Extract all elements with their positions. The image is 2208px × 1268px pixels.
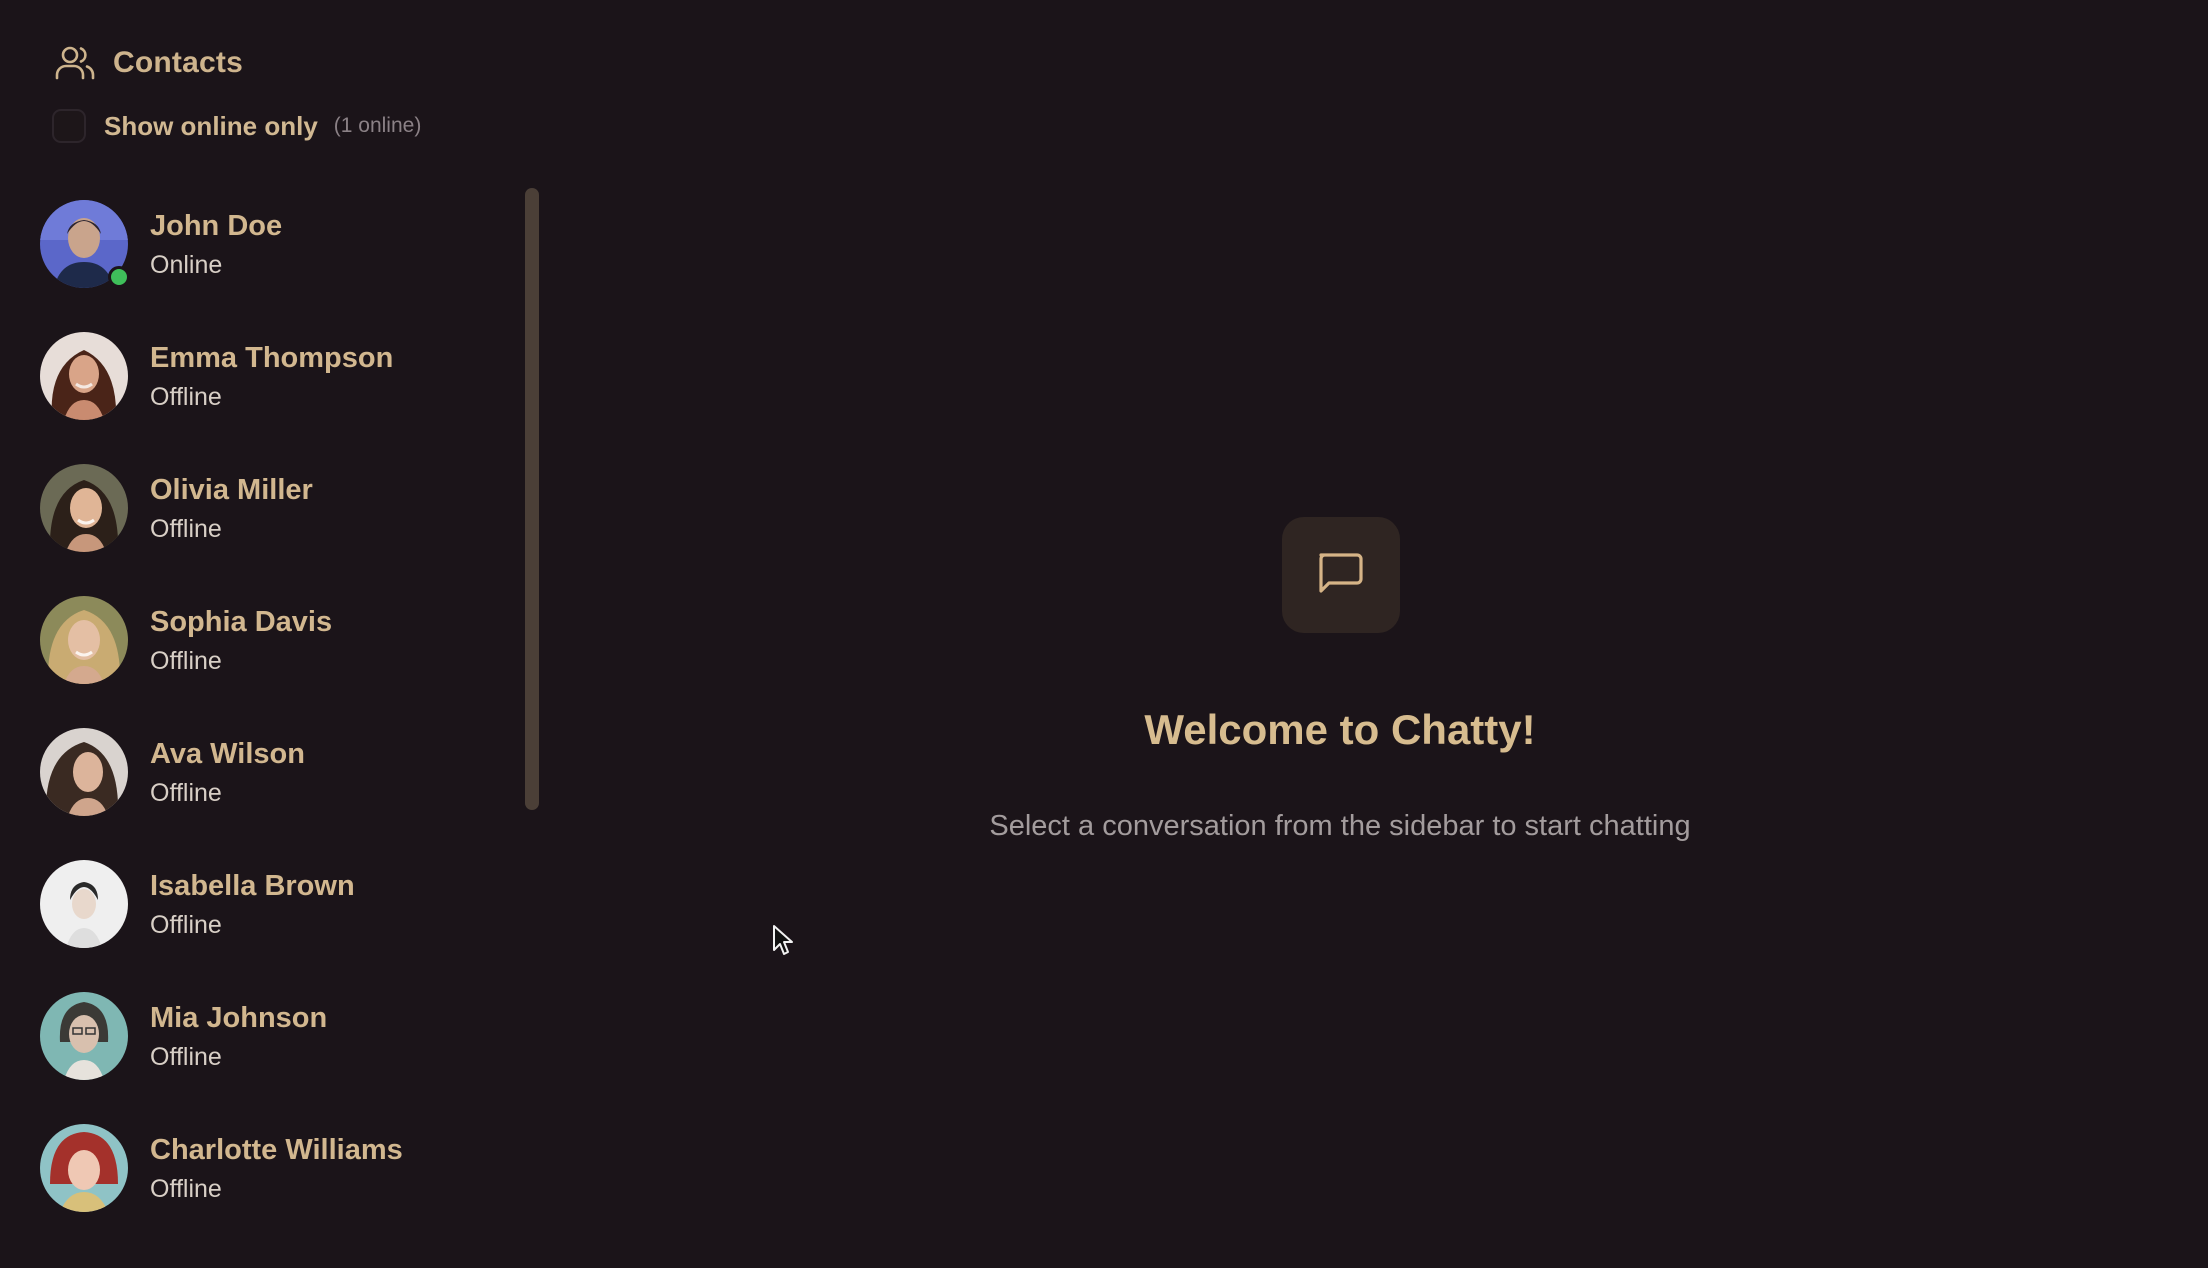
main-panel: Welcome to Chatty! Select a conversation… (545, 0, 2208, 1268)
contact-status: Offline (150, 1043, 222, 1071)
contact-name: Isabella Brown (150, 870, 355, 902)
online-count: (1 online) (333, 114, 422, 137)
avatar (40, 332, 128, 420)
avatar (40, 464, 128, 552)
welcome-icon-box (1282, 517, 1400, 633)
chat-app: Contacts Show online only (1 online) Joh… (0, 0, 2208, 1268)
sidebar: Contacts Show online only (1 online) Joh… (0, 0, 545, 1268)
contact-status: Offline (150, 647, 222, 675)
contact-text: Isabella Brown Offline (150, 868, 355, 940)
contact-status: Offline (150, 515, 222, 543)
contact-item-mia-johnson[interactable]: Mia Johnson Offline (0, 970, 520, 1102)
contact-name: Ava Wilson (150, 738, 305, 770)
message-square-icon (1313, 545, 1369, 606)
contact-item-sophia-davis[interactable]: Sophia Davis Offline (0, 574, 520, 706)
contact-name: Emma Thompson (150, 342, 394, 374)
avatar (40, 860, 128, 948)
online-filter[interactable]: Show online only (1 online) (52, 106, 421, 146)
contact-item-emma-thompson[interactable]: Emma Thompson Offline (0, 310, 520, 442)
contact-status: Online (150, 251, 223, 279)
contact-name: Mia Johnson (150, 1002, 328, 1034)
mouse-cursor-icon (773, 925, 793, 955)
contact-status: Offline (150, 1175, 222, 1203)
avatar (40, 1124, 128, 1212)
contact-text: Olivia Miller Offline (150, 472, 313, 544)
users-icon (54, 42, 96, 84)
show-online-checkbox[interactable] (52, 109, 86, 143)
contact-text: Ava Wilson Offline (150, 736, 305, 808)
contact-name: Sophia Davis (150, 606, 333, 638)
contacts-header: Contacts (54, 40, 243, 86)
contact-text: Sophia Davis Offline (150, 604, 332, 676)
avatar (40, 200, 130, 288)
avatar (40, 992, 128, 1080)
contact-text: Emma Thompson Offline (150, 340, 393, 412)
contact-text: Mia Johnson Offline (150, 1000, 327, 1072)
show-online-label[interactable]: Show online only (104, 111, 318, 142)
contact-status: Offline (150, 779, 222, 807)
contacts-title: Contacts (113, 46, 243, 79)
contact-name: Charlotte Williams (150, 1134, 403, 1166)
contact-text: Charlotte Williams Offline (150, 1132, 403, 1204)
contact-item-isabella-brown[interactable]: Isabella Brown Offline (0, 838, 520, 970)
contact-text: John Doe Online (150, 208, 282, 280)
contact-item-ava-wilson[interactable]: Ava Wilson Offline (0, 706, 520, 838)
sidebar-header: Contacts Show online only (1 online) (0, 0, 545, 170)
contact-list[interactable]: John Doe Online Emma Thompson Offline Ol… (0, 178, 545, 1268)
contact-name: Olivia Miller (150, 474, 313, 506)
contact-item-john-doe[interactable]: John Doe Online (0, 178, 520, 310)
contact-item-charlotte-williams[interactable]: Charlotte Williams Offline (0, 1102, 520, 1234)
contact-name: John Doe (150, 210, 283, 242)
contact-status: Offline (150, 911, 222, 939)
contact-status: Offline (150, 383, 222, 411)
welcome-title: Welcome to Chatty! (1144, 706, 1536, 753)
contact-item-olivia-miller[interactable]: Olivia Miller Offline (0, 442, 520, 574)
online-status-dot (108, 266, 130, 288)
sidebar-scrollbar[interactable] (525, 188, 539, 810)
avatar (40, 596, 128, 684)
avatar (40, 728, 128, 816)
welcome-subtitle: Select a conversation from the sidebar t… (989, 810, 1691, 842)
